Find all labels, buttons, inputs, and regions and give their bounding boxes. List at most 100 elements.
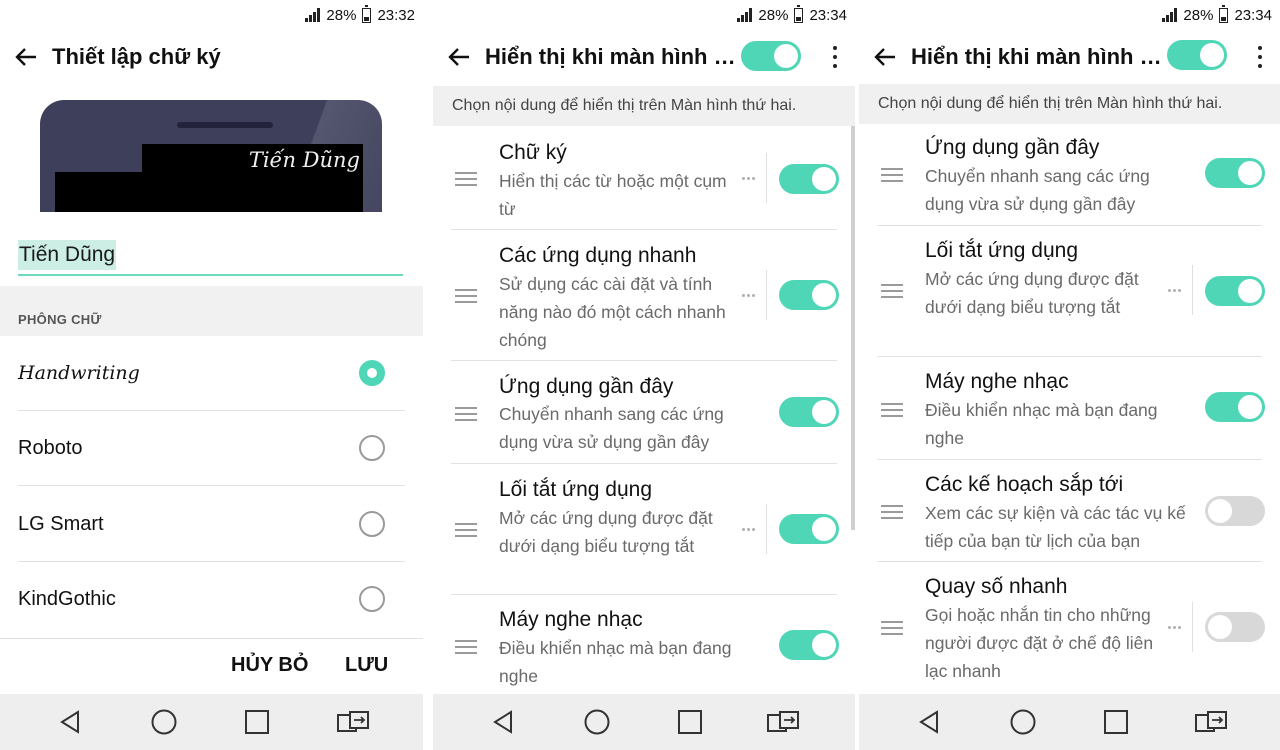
battery-percent: 28% (326, 6, 357, 24)
drag-handle-icon[interactable] (881, 168, 903, 182)
back-arrow-icon[interactable] (859, 30, 911, 84)
battery-percent: 28% (758, 6, 789, 24)
status-time: 23:34 (1234, 6, 1272, 24)
toggle-switch[interactable] (779, 397, 839, 427)
drag-handle-icon[interactable] (455, 407, 477, 421)
back-arrow-icon[interactable] (0, 30, 52, 84)
home-icon[interactable] (1009, 708, 1037, 736)
radio-unselected-icon[interactable] (359, 586, 385, 612)
item-description: Mở các ứng dụng được đặt dưới dạng biểu … (499, 508, 713, 556)
radio-unselected-icon[interactable] (359, 511, 385, 537)
toggle-switch[interactable] (1205, 392, 1265, 422)
second-screen-settings-screen: 28% 23:34 Hiển thị khi màn hình ch... Ch… (433, 0, 855, 750)
list-item-app-shortcuts[interactable]: Lối tắt ứng dụng Mở các ứng dụng được đặ… (859, 226, 1280, 357)
settings-dots-icon[interactable] (742, 294, 758, 298)
page-title: Hiển thị khi màn hình ch... (485, 44, 745, 69)
dual-window-icon[interactable] (766, 708, 800, 736)
back-icon[interactable] (916, 708, 944, 736)
font-option-lg-smart[interactable]: LG Smart (0, 487, 423, 562)
font-section-label: PHÔNG CHỮ (18, 312, 102, 327)
item-title: Ứng dụng gần đây (499, 375, 674, 398)
list-item-upcoming-plans[interactable]: Các kế hoạch sắp tới Xem các sự kiện và … (859, 460, 1280, 562)
radio-unselected-icon[interactable] (359, 435, 385, 461)
signature-preview: Tiến Dũng (40, 100, 382, 212)
battery-icon (362, 4, 372, 23)
list-item-quick-apps[interactable]: Các ứng dụng nhanh Sử dụng các cài đặt v… (433, 230, 855, 361)
settings-dots-icon[interactable] (1168, 289, 1184, 293)
scrollbar[interactable] (851, 126, 855, 530)
radio-selected-icon[interactable] (359, 360, 385, 386)
status-time: 23:32 (377, 6, 415, 24)
master-toggle-switch[interactable] (1167, 40, 1227, 70)
toggle-switch[interactable] (779, 630, 839, 660)
font-option-kindgothic[interactable]: KindGothic (0, 562, 423, 637)
toggle-switch[interactable] (1205, 612, 1265, 642)
item-title: Ứng dụng gần đây (925, 136, 1100, 159)
settings-dots-icon[interactable] (742, 528, 758, 532)
drag-handle-icon[interactable] (881, 505, 903, 519)
item-description: Mở các ứng dụng được đặt dưới dạng biểu … (925, 269, 1139, 317)
toggle-switch[interactable] (1205, 276, 1265, 306)
list-item-app-shortcuts[interactable]: Lối tắt ứng dụng Mở các ứng dụng được đặ… (433, 464, 855, 595)
settings-dots-icon[interactable] (1168, 626, 1184, 630)
item-title: Quay số nhanh (925, 575, 1068, 598)
item-description: Chuyển nhanh sang các ứng dụng vừa sử dụ… (499, 404, 724, 452)
section-description: Chọn nội dung để hiển thị trên Màn hình … (859, 84, 1280, 124)
page-title: Thiết lập chữ ký (52, 44, 221, 69)
drag-handle-icon[interactable] (455, 523, 477, 537)
settings-dots-icon[interactable] (742, 177, 758, 181)
recents-icon[interactable] (676, 708, 704, 736)
drag-handle-icon[interactable] (881, 284, 903, 298)
master-toggle-switch[interactable] (741, 41, 801, 71)
cancel-button[interactable]: HỦY BỎ (231, 654, 308, 677)
item-description: Điều khiển nhạc mà bạn đang nghe (499, 638, 732, 686)
toggle-switch[interactable] (1205, 158, 1265, 188)
font-option-handwriting[interactable]: Handwriting (0, 336, 423, 411)
list-item-recent-apps[interactable]: Ứng dụng gần đây Chuyển nhanh sang các ứ… (859, 124, 1280, 226)
list-item-music-player[interactable]: Máy nghe nhạc Điều khiển nhạc mà bạn đan… (433, 595, 855, 695)
recents-icon[interactable] (1102, 708, 1130, 736)
signature-input[interactable]: Tiến Dũng (18, 240, 403, 276)
save-button[interactable]: LƯU (345, 654, 388, 677)
list-item-speed-dial[interactable]: Quay số nhanh Gọi hoặc nhắn tin cho nhữn… (859, 562, 1280, 694)
dual-window-icon[interactable] (336, 708, 370, 736)
status-bar: 28% 23:34 (433, 0, 855, 30)
toggle-switch[interactable] (779, 280, 839, 310)
item-title: Lối tắt ứng dụng (925, 239, 1079, 262)
back-arrow-icon[interactable] (433, 30, 485, 84)
drag-handle-icon[interactable] (455, 289, 477, 303)
drag-handle-icon[interactable] (455, 640, 477, 654)
dual-window-icon[interactable] (1194, 708, 1228, 736)
drag-handle-icon[interactable] (455, 172, 477, 186)
home-icon[interactable] (150, 708, 178, 736)
item-title: Các kế hoạch sắp tới (925, 473, 1124, 496)
list-item-music-player[interactable]: Máy nghe nhạc Điều khiển nhạc mà bạn đan… (859, 357, 1280, 460)
font-option-label: KindGothic (18, 588, 116, 610)
dialog-actions: HỦY BỎ LƯU (0, 638, 423, 694)
item-description: Sử dụng các cài đặt và tính năng nào đó … (499, 274, 726, 350)
back-icon[interactable] (490, 708, 518, 736)
navigation-bar (0, 694, 423, 750)
drag-handle-icon[interactable] (881, 403, 903, 417)
font-option-roboto[interactable]: Roboto (0, 411, 423, 486)
signal-icon (737, 8, 753, 22)
list-item-signature[interactable]: Chữ ký Hiển thị các từ hoặc một cụm từ (433, 126, 855, 230)
font-option-label: Handwriting (18, 362, 140, 384)
item-title: Chữ ký (499, 141, 567, 164)
toggle-switch[interactable] (1205, 496, 1265, 526)
list-item-recent-apps[interactable]: Ứng dụng gần đây Chuyển nhanh sang các ứ… (433, 361, 855, 464)
preview-signature-text: Tiến Dũng (248, 148, 360, 172)
signature-settings-screen: 28% 23:32 Thiết lập chữ ký Tiến Dũng Tiế… (0, 0, 423, 750)
font-option-label: Roboto (18, 437, 83, 459)
home-icon[interactable] (583, 708, 611, 736)
drag-handle-icon[interactable] (881, 621, 903, 635)
toggle-switch[interactable] (779, 514, 839, 544)
more-options-icon[interactable] (1250, 42, 1270, 72)
item-description: Hiển thị các từ hoặc một cụm từ (499, 171, 727, 219)
more-options-icon[interactable] (825, 42, 845, 72)
recents-icon[interactable] (243, 708, 271, 736)
back-icon[interactable] (57, 708, 85, 736)
signal-icon (1162, 8, 1178, 22)
toggle-switch[interactable] (779, 164, 839, 194)
item-title: Lối tắt ứng dụng (499, 478, 653, 501)
